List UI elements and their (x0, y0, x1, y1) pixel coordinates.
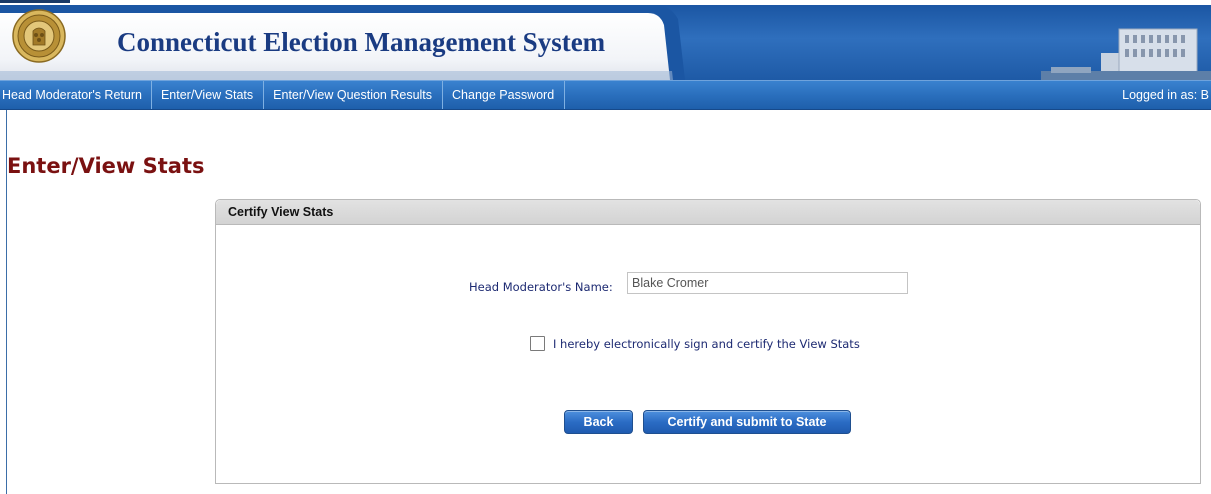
certify-panel: Certify View Stats Head Moderator's Name… (215, 199, 1201, 484)
back-button[interactable]: Back (564, 410, 633, 434)
moderator-name-label: Head Moderator's Name: (469, 280, 613, 294)
capitol-building-image (1041, 28, 1211, 80)
certify-checkbox[interactable] (530, 336, 545, 351)
panel-header: Certify View Stats (216, 200, 1200, 225)
header-banner: Connecticut Election Management System (0, 5, 1211, 80)
certify-label[interactable]: I hereby electronically sign and certify… (553, 335, 860, 353)
nav-item-enter-view-stats[interactable]: Enter/View Stats (152, 81, 265, 109)
moderator-name-field[interactable] (627, 272, 908, 294)
main-nav: Head Moderator's Return Enter/View Stats… (0, 80, 1211, 110)
cropped-edge (0, 0, 70, 3)
certify-submit-button[interactable]: Certify and submit to State (643, 410, 851, 434)
page-title: Enter/View Stats (7, 154, 205, 178)
nav-items: Head Moderator's Return Enter/View Stats… (0, 81, 566, 109)
panel-title: Certify View Stats (228, 205, 334, 219)
nav-item-enter-view-question-results[interactable]: Enter/View Question Results (264, 81, 444, 109)
state-seal-icon (12, 9, 66, 63)
nav-item-head-moderators-return[interactable]: Head Moderator's Return (0, 81, 152, 109)
logged-in-status: Logged in as: B (1122, 88, 1209, 102)
app-title: Connecticut Election Management System (117, 27, 606, 57)
nav-item-change-password[interactable]: Change Password (443, 81, 566, 109)
